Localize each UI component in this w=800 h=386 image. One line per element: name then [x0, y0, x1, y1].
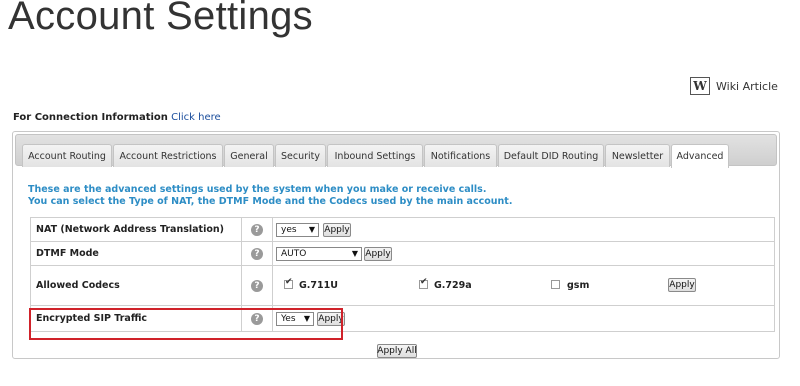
- tab-general[interactable]: General: [224, 144, 274, 167]
- highlight-box: [29, 308, 343, 340]
- wikipedia-icon: W: [690, 77, 710, 95]
- dtmf-select[interactable]: AUTO ▼: [276, 247, 362, 261]
- apply-all-button[interactable]: Apply All: [377, 344, 417, 358]
- checkmark-icon: ✔: [420, 277, 428, 287]
- codec-g729a-label: G.729a: [434, 280, 472, 291]
- codec-gsm-label: gsm: [567, 280, 590, 291]
- codec-g729a-checkbox[interactable]: ✔: [419, 277, 428, 289]
- nat-select-value: yes: [281, 225, 297, 235]
- tab-security[interactable]: Security: [275, 144, 326, 167]
- tab-account-routing[interactable]: Account Routing: [22, 144, 112, 167]
- help-icon[interactable]: ?: [251, 223, 263, 236]
- help-icon[interactable]: ?: [251, 247, 263, 260]
- connection-info: For Connection Information Click here: [13, 112, 221, 123]
- codecs-label: Allowed Codecs: [30, 265, 242, 306]
- wiki-article-link[interactable]: W Wiki Article: [690, 77, 778, 95]
- tab-advanced[interactable]: Advanced: [671, 144, 729, 168]
- tab-notifications[interactable]: Notifications: [424, 144, 497, 167]
- nat-select[interactable]: yes ▼: [276, 223, 319, 237]
- table-row: Allowed Codecs ? ✔ G.711U ✔ G.729a gsm A…: [30, 265, 775, 306]
- connection-info-link[interactable]: Click here: [171, 112, 221, 123]
- nat-apply-button[interactable]: Apply: [323, 223, 351, 237]
- description-line-1: These are the advanced settings used by …: [28, 184, 487, 195]
- nat-label: NAT (Network Address Translation): [30, 217, 242, 242]
- wiki-article-label: Wiki Article: [716, 79, 778, 93]
- checkmark-icon: ✔: [285, 277, 293, 287]
- tab-account-restrictions[interactable]: Account Restrictions: [113, 144, 223, 167]
- tab-bar: Account Routing Account Restrictions Gen…: [15, 134, 777, 168]
- dtmf-select-value: AUTO: [281, 249, 307, 259]
- tab-inbound-settings[interactable]: Inbound Settings: [327, 144, 423, 167]
- dtmf-apply-button[interactable]: Apply: [364, 247, 392, 261]
- codec-g711u-checkbox[interactable]: ✔: [284, 277, 293, 289]
- page-title: Account Settings: [8, 0, 313, 38]
- description-line-2: You can select the Type of NAT, the DTMF…: [28, 196, 513, 207]
- dtmf-label: DTMF Mode: [30, 241, 242, 266]
- dropdown-arrow-icon: ▼: [351, 249, 358, 258]
- connection-info-label: For Connection Information: [13, 112, 168, 123]
- codecs-apply-button[interactable]: Apply: [668, 278, 696, 292]
- dropdown-arrow-icon: ▼: [308, 225, 315, 234]
- table-row: DTMF Mode ? AUTO ▼ Apply: [30, 241, 775, 266]
- description: These are the advanced settings used by …: [28, 184, 512, 208]
- codec-gsm-checkbox[interactable]: [551, 280, 560, 289]
- codec-g711u-label: G.711U: [299, 280, 338, 291]
- help-icon[interactable]: ?: [251, 279, 263, 292]
- tab-default-did-routing[interactable]: Default DID Routing: [498, 144, 604, 167]
- table-row: NAT (Network Address Translation) ? yes …: [30, 217, 775, 242]
- tab-newsletter[interactable]: Newsletter: [605, 144, 670, 167]
